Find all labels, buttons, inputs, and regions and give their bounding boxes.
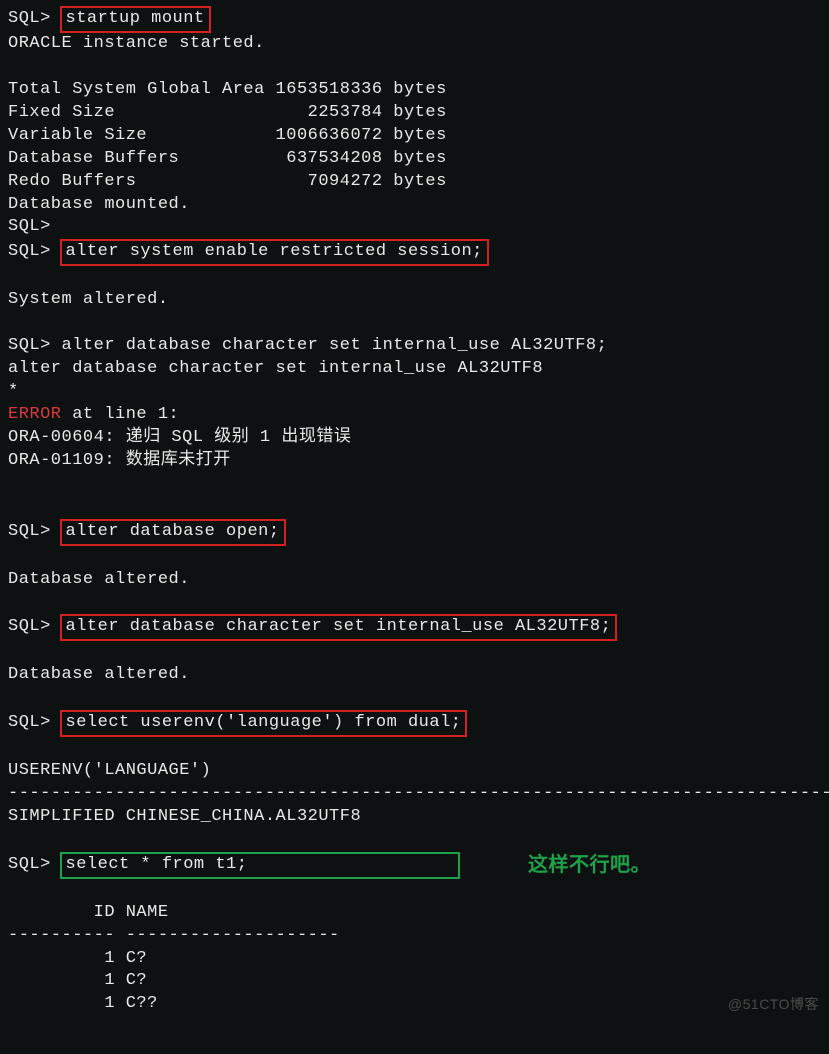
- sql-empty-prompt: SQL>: [8, 216, 821, 239]
- table-row: 1 C?: [8, 948, 821, 971]
- table-row: 1 C??: [8, 993, 821, 1016]
- star: *: [8, 381, 821, 404]
- language-value: SIMPLIFIED CHINESE_CHINA.AL32UTF8: [8, 806, 821, 829]
- blank: [8, 591, 821, 614]
- blank: [8, 737, 821, 760]
- prompt: SQL>: [8, 713, 51, 732]
- sga-header: Total System Global Area 1653518336 byte…: [8, 79, 821, 102]
- dash-line-1: ----------------------------------------…: [8, 783, 821, 806]
- database-altered-1: Database altered.: [8, 569, 821, 592]
- fixed-size: Fixed Size 2253784 bytes: [8, 102, 821, 125]
- watermark: @51CTO博客: [728, 995, 819, 1014]
- cmd-select-t1: select * from t1;: [60, 852, 460, 879]
- cmd-charset-2: alter database character set internal_us…: [60, 614, 618, 641]
- error-line: ERROR at line 1:: [8, 404, 821, 427]
- prompt: SQL>: [8, 9, 51, 28]
- prompt: SQL>: [8, 617, 51, 636]
- blank: [8, 496, 821, 519]
- sql-line-6: SQL> select userenv('language') from dua…: [8, 710, 821, 737]
- ora-01109: ORA-01109: 数据库未打开: [8, 450, 821, 473]
- cmd-db-open: alter database open;: [60, 519, 286, 546]
- dash-line-2: ---------- --------------------: [8, 925, 821, 948]
- blank: [8, 266, 821, 289]
- sql-line-4: SQL> alter database open;: [8, 519, 821, 546]
- database-altered-2: Database altered.: [8, 664, 821, 687]
- sql-line-5: SQL> alter database character set intern…: [8, 614, 821, 641]
- sql-line-7: SQL> select * from t1; 这样不行吧。: [8, 852, 821, 879]
- blank: [8, 829, 821, 852]
- error-rest: at line 1:: [62, 405, 180, 424]
- system-altered: System altered.: [8, 289, 821, 312]
- prompt: SQL>: [8, 336, 51, 355]
- cmd-charset-1: alter database character set internal_us…: [62, 336, 608, 355]
- sql-line-1: SQL> startup mount: [8, 6, 821, 33]
- annotation-text: 这样不行吧。: [528, 852, 651, 879]
- sql-line-3: SQL> alter database character set intern…: [8, 335, 821, 358]
- variable-size: Variable Size 1006636072 bytes: [8, 125, 821, 148]
- blank: [8, 879, 821, 902]
- prompt: SQL>: [8, 855, 51, 874]
- sql-line-2: SQL> alter system enable restricted sess…: [8, 239, 821, 266]
- blank: [8, 473, 821, 496]
- cmd-userenv: select userenv('language') from dual;: [60, 710, 468, 737]
- table-row: 1 C?: [8, 970, 821, 993]
- blank: [8, 56, 821, 79]
- database-mounted: Database mounted.: [8, 194, 821, 217]
- instance-started: ORACLE instance started.: [8, 33, 821, 56]
- blank: [8, 687, 821, 710]
- database-buffers: Database Buffers 637534208 bytes: [8, 148, 821, 171]
- echo-charset: alter database character set internal_us…: [8, 358, 821, 381]
- redo-buffers: Redo Buffers 7094272 bytes: [8, 171, 821, 194]
- blank: [8, 641, 821, 664]
- error-keyword: ERROR: [8, 405, 62, 424]
- prompt: SQL>: [8, 522, 51, 541]
- blank: [8, 312, 821, 335]
- blank: [8, 546, 821, 569]
- table-header: ID NAME: [8, 902, 821, 925]
- cmd-startup-mount: startup mount: [60, 6, 211, 33]
- ora-00604: ORA-00604: 递归 SQL 级别 1 出现错误: [8, 427, 821, 450]
- prompt: SQL>: [8, 242, 51, 261]
- userenv-header: USERENV('LANGUAGE'): [8, 760, 821, 783]
- cmd-restricted-session: alter system enable restricted session;: [60, 239, 489, 266]
